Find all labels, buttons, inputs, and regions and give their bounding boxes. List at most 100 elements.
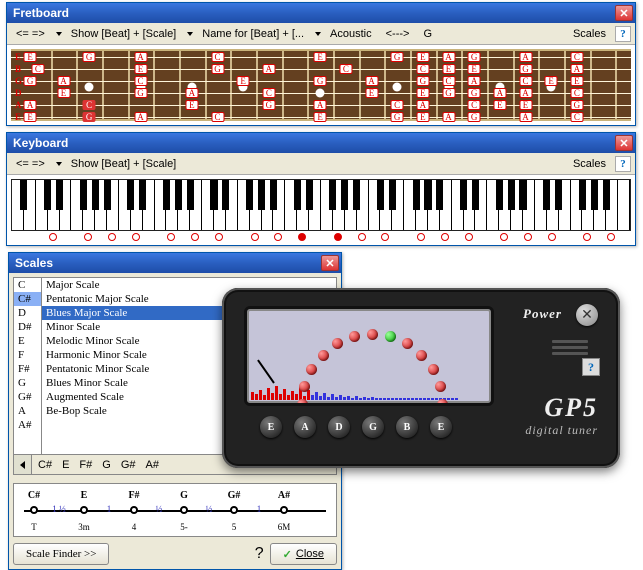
tuner-power-button[interactable] xyxy=(576,304,598,326)
fret-note[interactable]: C xyxy=(570,88,583,98)
dropdown-icon[interactable] xyxy=(56,162,62,166)
root-note-list[interactable]: CC#DD#EFF#GG#AA# xyxy=(14,278,42,454)
scale-finder-button[interactable]: Scale Finder >> xyxy=(13,543,109,565)
keyboard-titlebar[interactable]: Keyboard ✕ xyxy=(7,133,635,153)
root-item[interactable]: G xyxy=(14,376,41,390)
tuner-string-e[interactable]: E xyxy=(260,416,282,438)
fret-note[interactable]: E xyxy=(24,112,37,122)
tuner-string-b[interactable]: B xyxy=(396,416,418,438)
fret-note[interactable]: A xyxy=(134,52,147,62)
fret-note[interactable]: C xyxy=(468,100,481,110)
help-icon[interactable]: ? xyxy=(582,358,600,376)
dropdown-icon[interactable] xyxy=(315,32,321,36)
keyboard-close-button[interactable]: ✕ xyxy=(615,135,633,151)
root-item[interactable]: G# xyxy=(14,390,41,404)
fret-note[interactable]: A xyxy=(24,100,37,110)
fret-note[interactable]: E xyxy=(493,100,506,110)
fret-note[interactable]: E xyxy=(416,112,429,122)
root-item[interactable]: D# xyxy=(14,320,41,334)
fb-show-dropdown[interactable]: Show [Beat] + [Scale] xyxy=(66,26,181,42)
fret-note[interactable]: A xyxy=(468,76,481,86)
fb-name-dropdown[interactable]: Name for [Beat] + [... xyxy=(197,26,309,42)
tuner-string-a[interactable]: A xyxy=(294,416,316,438)
fret-note[interactable]: A xyxy=(134,112,147,122)
fret-note[interactable]: A xyxy=(262,64,275,74)
fret-note[interactable]: G xyxy=(416,76,429,86)
fret-note[interactable]: C xyxy=(339,64,352,74)
fret-note[interactable]: C xyxy=(134,76,147,86)
fret-note[interactable]: C xyxy=(416,64,429,74)
fret-note[interactable]: G xyxy=(468,112,481,122)
fret-note[interactable]: E xyxy=(545,76,558,86)
root-item[interactable]: C xyxy=(14,278,41,292)
fret-note[interactable]: C xyxy=(211,52,224,62)
kb-nav-buttons[interactable]: <= => xyxy=(11,156,50,172)
fret-note[interactable]: G xyxy=(468,52,481,62)
fretboard-close-button[interactable]: ✕ xyxy=(615,5,633,21)
fret-note[interactable]: A xyxy=(365,76,378,86)
piano-keys[interactable] xyxy=(11,179,631,231)
fret-note[interactable]: G xyxy=(262,100,275,110)
root-item[interactable]: D xyxy=(14,306,41,320)
fret-note[interactable]: E xyxy=(416,52,429,62)
scales-titlebar[interactable]: Scales ✕ xyxy=(9,253,341,273)
fret-note[interactable]: C xyxy=(570,112,583,122)
fret-note[interactable]: G xyxy=(134,88,147,98)
fret-note[interactable]: G xyxy=(468,88,481,98)
fret-note[interactable]: A xyxy=(185,88,198,98)
fret-note[interactable]: C xyxy=(31,64,44,74)
dropdown-icon[interactable] xyxy=(56,32,62,36)
fret-note[interactable]: E xyxy=(237,76,250,86)
fret-note[interactable]: A xyxy=(314,100,327,110)
fret-note[interactable]: E xyxy=(416,88,429,98)
kb-show-dropdown[interactable]: Show [Beat] + [Scale] xyxy=(66,156,181,172)
fret-note[interactable]: A xyxy=(519,52,532,62)
scales-close-x[interactable]: ✕ xyxy=(321,255,339,271)
fret-note[interactable]: E xyxy=(57,88,70,98)
fret-note[interactable]: G xyxy=(211,64,224,74)
root-item[interactable]: F# xyxy=(14,362,41,376)
fret-note[interactable]: G xyxy=(442,88,455,98)
fb-scales-button[interactable]: Scales xyxy=(568,26,611,42)
kb-scales-button[interactable]: Scales xyxy=(568,156,611,172)
fret-note[interactable]: G xyxy=(83,112,96,122)
tuner-string-d[interactable]: D xyxy=(328,416,350,438)
fret-note[interactable]: A xyxy=(442,52,455,62)
fret-note[interactable]: A xyxy=(570,64,583,74)
fb-key[interactable]: G xyxy=(418,26,437,42)
fret-note[interactable]: G xyxy=(391,112,404,122)
fret-note[interactable]: A xyxy=(57,76,70,86)
fretboard-titlebar[interactable]: Fretboard ✕ xyxy=(7,3,635,23)
fret-note[interactable]: C xyxy=(262,88,275,98)
dropdown-icon[interactable] xyxy=(187,32,193,36)
fb-sound-dropdown[interactable]: Acoustic xyxy=(325,26,377,42)
fret-note[interactable]: E xyxy=(314,52,327,62)
fret-note[interactable]: A xyxy=(519,112,532,122)
fret-note[interactable]: G xyxy=(314,76,327,86)
fret-note[interactable]: A xyxy=(493,88,506,98)
fret-note[interactable]: E xyxy=(134,64,147,74)
fret-note[interactable]: E xyxy=(442,64,455,74)
fret-note[interactable]: E xyxy=(570,76,583,86)
fret-note[interactable]: C xyxy=(519,76,532,86)
fret-note[interactable]: A xyxy=(416,100,429,110)
fret-note[interactable]: E xyxy=(365,88,378,98)
help-icon[interactable]: ? xyxy=(615,26,631,42)
fret-note[interactable]: C xyxy=(391,100,404,110)
fret-note[interactable]: E xyxy=(468,64,481,74)
tuner-string-g[interactable]: G xyxy=(362,416,384,438)
root-item[interactable]: C# xyxy=(14,292,41,306)
fret-note[interactable]: G xyxy=(391,52,404,62)
scales-close-button[interactable]: ✓ Close xyxy=(270,543,337,565)
fret-note[interactable]: E xyxy=(24,52,37,62)
fret-note[interactable]: E xyxy=(185,100,198,110)
fretboard-neck[interactable]: EBGDAEEGACEGACEGACCEGACEGACEGAGACEGACEGA… xyxy=(11,49,631,121)
fret-note[interactable]: E xyxy=(519,100,532,110)
root-item[interactable]: A xyxy=(14,404,41,418)
help-icon[interactable]: ? xyxy=(255,545,264,563)
fret-note[interactable]: G xyxy=(519,64,532,74)
scale-prev-button[interactable] xyxy=(14,455,32,474)
fret-note[interactable]: A xyxy=(442,112,455,122)
fret-note[interactable]: G xyxy=(83,52,96,62)
fret-note[interactable]: C xyxy=(83,100,96,110)
